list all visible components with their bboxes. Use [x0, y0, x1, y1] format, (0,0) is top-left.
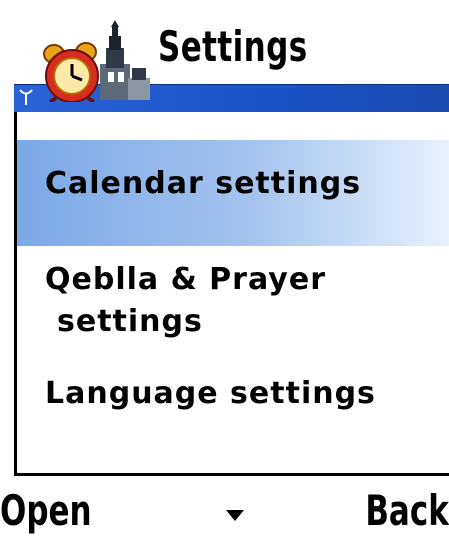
signal-icon — [19, 89, 33, 105]
list-item-label: Language settings — [45, 376, 376, 411]
list-item-language-settings[interactable]: Language settings — [17, 376, 449, 426]
list-item-qeblla-prayer-settings[interactable]: Qeblla & Prayer settings — [17, 262, 449, 352]
minaret-icon — [100, 20, 150, 100]
back-softkey[interactable]: Back — [366, 486, 449, 535]
page-title: Settings — [158, 22, 308, 71]
app-icon — [43, 20, 150, 102]
list-item-label: Calendar settings — [45, 166, 362, 201]
list-item-label-continued: settings — [57, 304, 203, 339]
list-item-calendar-settings[interactable]: Calendar settings — [17, 140, 449, 246]
alarm-clock-icon — [43, 42, 99, 102]
softkey-bar: Open Back — [0, 480, 449, 536]
settings-list: Calendar settings Qeblla & Prayer settin… — [14, 112, 449, 476]
phone-screen: Settings Calendar settings Qeblla & Pray… — [0, 0, 449, 536]
scroll-down-arrow-icon[interactable] — [226, 510, 244, 522]
list-item-label: Qeblla & Prayer — [45, 262, 326, 297]
left-margin — [0, 84, 14, 479]
open-softkey[interactable]: Open — [0, 486, 92, 535]
